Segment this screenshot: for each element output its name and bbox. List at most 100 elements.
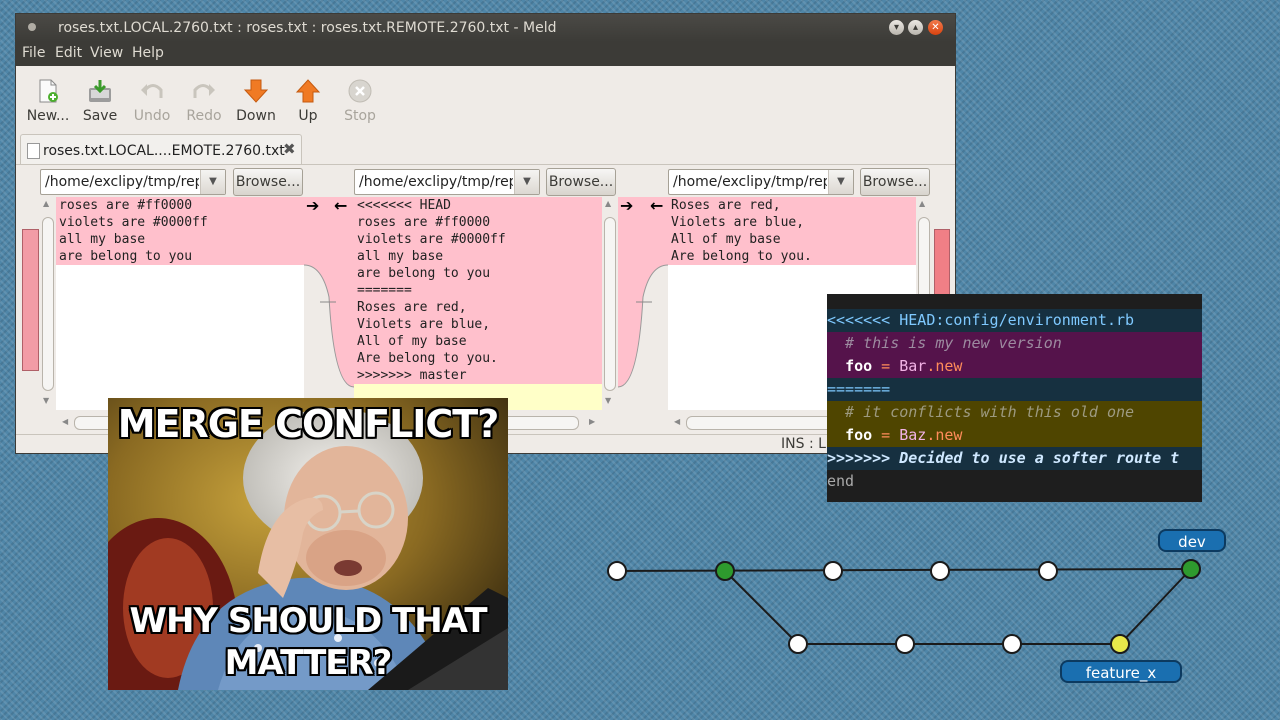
code-line: All of my base [357,334,467,349]
undo-button[interactable]: Undo [126,76,178,128]
code-line: Roses are red, [671,198,781,213]
arrow-up-icon [295,79,321,103]
left-code: roses are #ff0000 violets are #0000ff all … [59,197,208,265]
menu-edit[interactable]: Edit [55,45,82,61]
commit-node [1038,561,1058,581]
tab-label: roses.txt.LOCAL....EMOTE.2760.txt [43,143,285,159]
code-line: violets are #0000ff [59,215,208,230]
code-line-end: end [827,472,855,490]
chevron-down-icon[interactable]: ▼ [514,170,539,194]
right-diff-gutter: ➔ ← [618,197,668,388]
class-baz: Baz [899,426,927,444]
meme-bottom-line2: MATTER? [224,643,393,683]
right-code: Roses are red, Violets are blue, All of my… [671,197,812,265]
menu-file[interactable]: File [22,45,45,61]
down-label: Down [236,108,276,124]
code-line: ======= [357,283,412,298]
code-line-comment-old: # it conflicts with this old one [827,401,1202,424]
right-path-combo[interactable]: /home/exclipy/tmp/repo ▼ [668,169,854,195]
class-bar: Bar [899,357,927,375]
chevron-down-icon[interactable]: ▼ [828,170,853,194]
right-browse-button[interactable]: Browse... [860,168,930,196]
middle-code: <<<<<<< HEAD roses are #ff0000 violets are… [357,197,506,384]
code-line: All of my base [671,232,781,247]
var-foo: foo [845,426,873,444]
commit-node [788,634,808,654]
method-new: .new [926,357,963,375]
tab-roses[interactable]: roses.txt.LOCAL....EMOTE.2760.txt ✖ [20,134,302,165]
copy-right-arrow-icon: ➔ [306,197,319,215]
left-text-pane[interactable]: roses are #ff0000 violets are #0000ff all … [56,197,304,410]
code-line-head: <<<<<<< HEAD:config/environment.rb [827,309,1202,332]
toolbar: New... Save Undo Redo Down Up Stop [16,66,955,130]
tab-bar: roses.txt.LOCAL....EMOTE.2760.txt ✖ [16,134,955,166]
code-line: roses are #ff0000 [357,215,491,230]
operator: = [872,357,900,375]
middle-vertical-scrollbar[interactable]: ▲ ▼ [602,197,616,410]
code-line-foo-baz: foo = Baz.new [827,424,1202,447]
commit-node [607,561,627,581]
up-button[interactable]: Up [282,76,334,128]
redo-button[interactable]: Redo [178,76,230,128]
commit-node [1002,634,1022,654]
tab-close-icon[interactable]: ✖ [283,140,296,158]
left-path-text: /home/exclipy/tmp/repo [45,174,199,190]
menu-view[interactable]: View [90,45,123,61]
maximize-button[interactable]: ▴ [908,20,923,35]
code-line: roses are #ff0000 [59,198,193,213]
left-browse-button[interactable]: Browse... [233,168,303,196]
code-line: <<<<<<< HEAD [357,198,451,213]
diff-view: /home/exclipy/tmp/repo ▼ Browse... /home… [16,164,955,435]
save-label: Save [82,108,118,124]
code-line-foo-bar: foo = Bar.new [827,355,1202,378]
middle-text-pane[interactable]: <<<<<<< HEAD roses are #ff0000 violets are… [354,197,602,410]
var-foo: foo [845,357,873,375]
git-branch-graph: dev feature_x [607,529,1226,683]
close-window-button[interactable]: ✕ [928,20,943,35]
menu-help[interactable]: Help [132,45,164,61]
right-path-text: /home/exclipy/tmp/repo [673,174,827,190]
commit-node [895,634,915,654]
left-overview-bar[interactable] [22,229,39,371]
dev-label: dev [1178,533,1206,551]
menu-bar: File Edit View Help [16,42,955,66]
code-line: all my base [357,249,444,264]
code-line-separator: ======= [827,378,1202,401]
chevron-down-icon[interactable]: ▼ [200,170,225,194]
save-button[interactable]: Save [74,76,126,128]
feature-label: feature_x [1086,664,1157,683]
meme-image: MERGE CONFLICT? WHY SHOULD THAT MATTER? [108,398,508,690]
left-vertical-scrollbar[interactable]: ▲ ▼ [40,197,54,410]
code-line: all my base [59,232,146,247]
meme-top-text: MERGE CONFLICT? [117,402,500,446]
middle-path-text: /home/exclipy/tmp/repo [359,174,513,190]
down-button[interactable]: Down [230,76,282,128]
code-line: are belong to you [59,249,193,264]
code-line: Are belong to you. [671,249,812,264]
up-label: Up [298,108,318,124]
left-path-combo[interactable]: /home/exclipy/tmp/repo ▼ [40,169,226,195]
method-new: .new [926,426,963,444]
code-line-end-marker: >>>>>>> Decided to use a softer route t [827,447,1202,470]
copy-right-arrow-icon: ➔ [620,197,633,215]
merge-base-node [715,561,735,581]
middle-path-combo[interactable]: /home/exclipy/tmp/repo ▼ [354,169,540,195]
commit-node [823,561,843,581]
operator: = [872,426,900,444]
left-diff-gutter: ➔ ← [304,197,354,388]
copy-left-arrow-icon: ← [334,197,347,215]
minimize-button[interactable]: ▾ [889,20,904,35]
code-line: violets are #0000ff [357,232,506,247]
app-icon [28,23,36,31]
title-bar: roses.txt.LOCAL.2760.txt : roses.txt : r… [16,14,955,42]
undo-label: Undo [133,108,171,124]
middle-browse-button[interactable]: Browse... [546,168,616,196]
redo-icon [193,84,215,98]
new-button[interactable]: New... [22,76,74,128]
meme-bottom-line1: WHY SHOULD THAT [129,601,487,641]
commit-node [930,561,950,581]
code-line: Violets are blue, [671,215,805,230]
stop-button[interactable]: Stop [334,76,386,128]
stop-icon [348,79,372,103]
code-line: Violets are blue, [357,317,491,332]
